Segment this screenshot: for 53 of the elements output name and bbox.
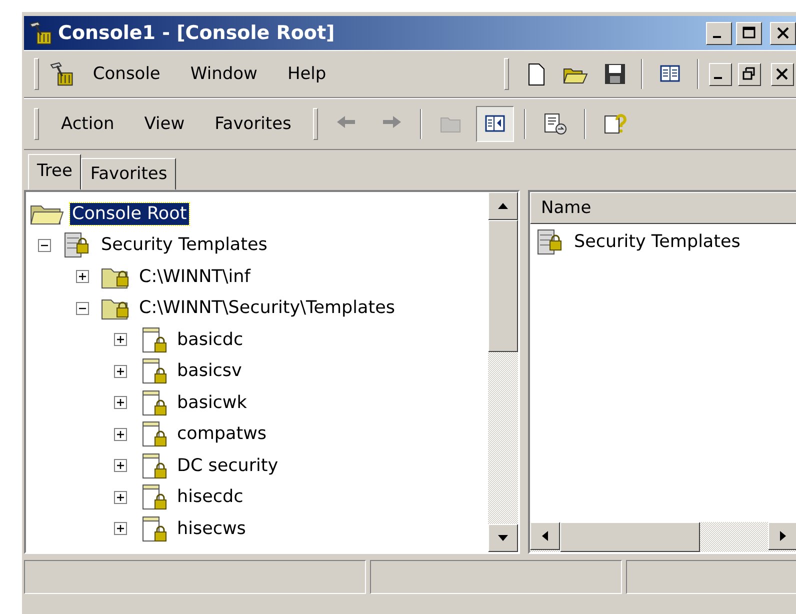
expand-icon[interactable] [114,333,127,346]
restore-button[interactable] [738,62,761,86]
tree-item[interactable]: Security Templates [99,234,270,256]
restore-icon [742,67,756,81]
close-icon [775,67,790,81]
expand-icon[interactable] [114,522,127,536]
maximize-icon [742,26,756,40]
tree-item[interactable]: Console Root [70,202,189,225]
tree-item[interactable]: basicdc [175,328,246,351]
minimize-button[interactable] [706,22,732,44]
tree-item[interactable]: C:\WINNT\inf [137,266,252,288]
up-arrow-icon [497,202,509,210]
tree-item[interactable]: C:\WINNT\Security\Templates [137,297,397,320]
right-arrow-icon [779,530,787,542]
down-arrow-icon [497,534,509,542]
expand-icon[interactable] [114,428,127,441]
tree-item[interactable]: hisecws [175,518,248,540]
list-export-icon [542,111,568,137]
left-arrow-icon [541,530,549,542]
minimize-icon [713,36,721,38]
expand-icon[interactable] [114,396,127,410]
menu-item[interactable]: Help [275,60,338,88]
collapse-icon[interactable] [38,238,51,252]
expand-icon[interactable] [114,364,127,378]
expand-icon[interactable] [76,270,89,284]
maximize-button[interactable] [736,22,762,44]
minimize-icon [714,77,722,79]
tree-item[interactable]: basicwk [175,392,249,414]
tab[interactable]: Favorites [81,158,176,190]
menu-item[interactable]: Console [80,60,172,88]
list-item[interactable]: Security Templates [574,232,740,252]
menu-item[interactable]: View [132,110,197,138]
close-button[interactable] [770,62,794,86]
window-title: Console1 - [Console Root] [58,22,336,44]
close-icon [776,26,790,40]
tree-item[interactable]: hisecdc [175,486,246,508]
column-header[interactable]: Name [530,192,796,224]
tab[interactable]: Tree [28,154,82,190]
close-button[interactable] [770,22,796,44]
tree-item[interactable]: DC security [175,454,280,477]
horizontal-scrollbar[interactable] [530,522,796,552]
menu-item[interactable]: Favorites [202,110,304,138]
minimize-button[interactable] [708,62,732,86]
pane-toggle-button[interactable] [476,106,514,142]
expand-icon[interactable] [114,459,127,472]
vertical-scrollbar[interactable] [488,192,518,552]
hammer-icon [28,20,54,46]
menu-item[interactable]: Window [178,60,270,88]
tree-item[interactable]: compatws [175,423,268,446]
expand-icon[interactable] [114,490,127,504]
tree-item[interactable]: basicsv [175,360,244,382]
menu-item[interactable]: Action [49,110,126,138]
collapse-icon[interactable] [76,302,89,315]
